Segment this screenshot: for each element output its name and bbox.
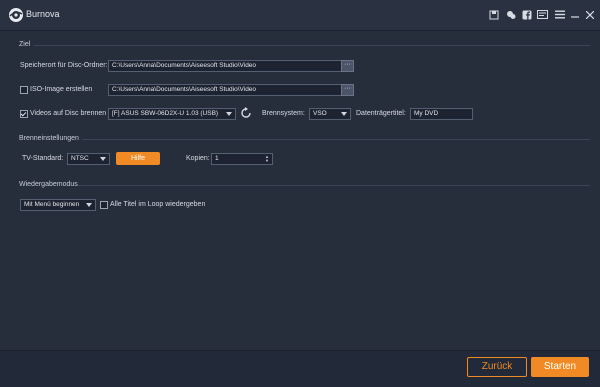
disc-folder-path-input[interactable]: C:\Users\Anna\Documents\Aiseesoft Studio… bbox=[108, 60, 344, 72]
disc-folder-browse-button[interactable]: ··· bbox=[341, 60, 354, 72]
facebook-icon[interactable] bbox=[521, 9, 532, 20]
app-title: Burnova bbox=[26, 9, 60, 19]
stepper-arrows-icon[interactable]: ▲ ▼ bbox=[265, 155, 269, 163]
iso-path-input[interactable]: C:\Users\Anna\Documents\Aiseesoft Studio… bbox=[108, 84, 344, 96]
loop-all-label: Alle Titel im Loop wiedergeben bbox=[110, 201, 206, 208]
save-icon[interactable] bbox=[488, 9, 499, 20]
section-divider bbox=[82, 139, 590, 140]
refresh-icon[interactable] bbox=[240, 107, 252, 119]
tv-standard-select[interactable]: NTSC bbox=[67, 153, 110, 165]
menu-icon[interactable] bbox=[554, 9, 565, 20]
chat-icon[interactable] bbox=[505, 9, 516, 20]
disc-folder-label: Speicherort für Disc-Ordner: bbox=[20, 62, 108, 69]
burn-to-disc-checkbox[interactable] bbox=[20, 110, 28, 118]
minimize-icon[interactable] bbox=[570, 9, 580, 20]
iso-image-checkbox[interactable] bbox=[20, 86, 28, 94]
chevron-down-icon bbox=[341, 112, 347, 116]
loop-all-checkbox[interactable] bbox=[100, 201, 108, 209]
playback-mode-select[interactable]: Mit Menü beginnen bbox=[20, 199, 96, 211]
brennsystem-select[interactable]: VSO bbox=[309, 108, 351, 120]
chevron-down-icon bbox=[100, 157, 106, 161]
section-divider bbox=[34, 45, 590, 46]
burnova-logo-icon bbox=[8, 7, 24, 23]
disc-title-input[interactable]: My DVD bbox=[410, 108, 473, 120]
copies-label: Kopien: bbox=[186, 155, 210, 162]
brennsystem-label: Brennsystem: bbox=[262, 110, 305, 117]
chevron-down-icon bbox=[86, 203, 92, 207]
chevron-down-icon bbox=[226, 112, 232, 116]
help-button[interactable]: Hilfe bbox=[116, 152, 160, 165]
copies-stepper[interactable]: 1 ▲ ▼ bbox=[211, 153, 273, 165]
tv-standard-value: NTSC bbox=[71, 155, 89, 162]
feedback-icon[interactable] bbox=[537, 9, 548, 20]
disc-title-label: Datenträgertitel: bbox=[356, 110, 406, 117]
section-divider bbox=[78, 185, 590, 186]
drive-select[interactable]: [F] ASUS SBW-06D2X-U 1.03 (USB) bbox=[108, 108, 236, 120]
copies-value: 1 bbox=[215, 155, 219, 162]
playback-mode-value: Mit Menü beginnen bbox=[24, 201, 80, 208]
iso-browse-button[interactable]: ··· bbox=[341, 84, 354, 96]
burn-to-disc-label: Videos auf Disc brennen bbox=[30, 110, 107, 117]
back-button[interactable]: Zurück bbox=[467, 357, 527, 377]
section-ziel-legend: Ziel bbox=[19, 41, 31, 48]
drive-select-value: [F] ASUS SBW-06D2X-U 1.03 (USB) bbox=[112, 110, 219, 117]
start-button[interactable]: Starten bbox=[531, 357, 589, 377]
section-playback-legend: Wiedergabemodus bbox=[19, 181, 78, 188]
brennsystem-value: VSO bbox=[313, 110, 327, 117]
close-icon[interactable] bbox=[585, 9, 595, 20]
section-burn-settings-legend: Brenneinstellungen bbox=[19, 135, 79, 142]
iso-image-label: ISO-Image erstellen bbox=[30, 86, 93, 93]
tv-standard-label: TV-Standard: bbox=[22, 155, 64, 162]
